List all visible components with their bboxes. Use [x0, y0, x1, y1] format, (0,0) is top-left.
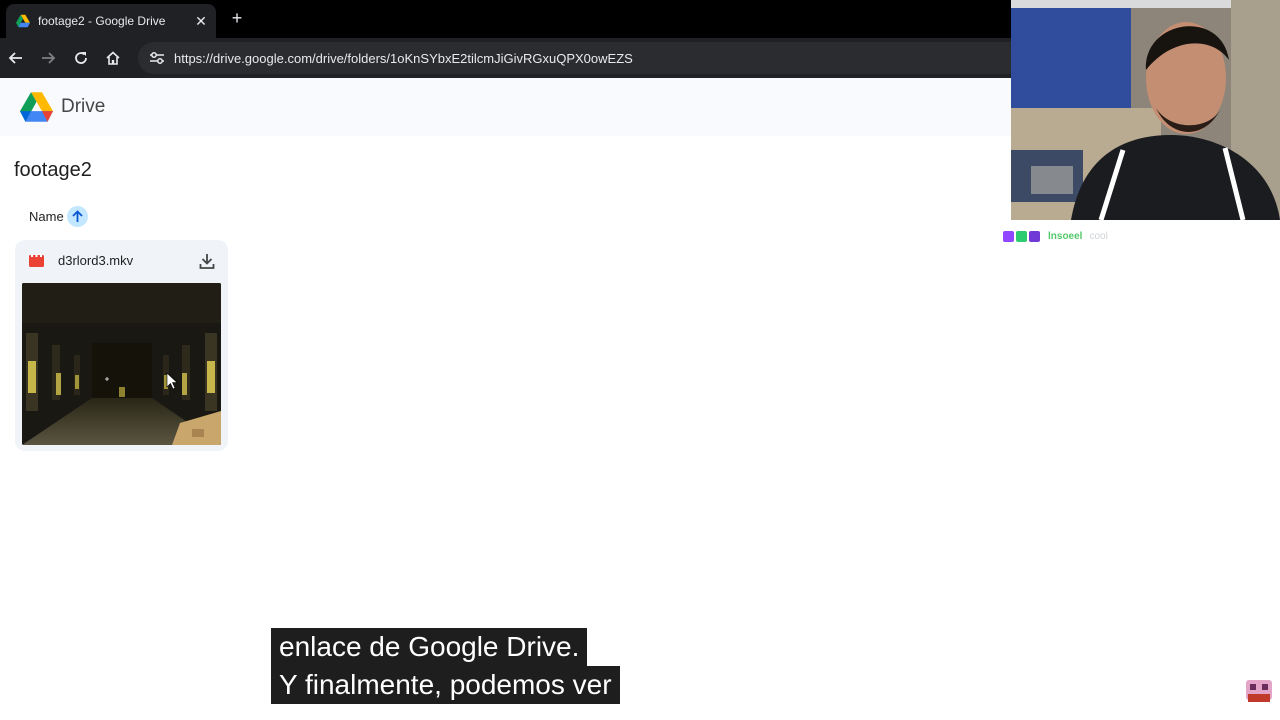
file-name[interactable]: d3rlord3.mkv [58, 253, 133, 268]
google-drive-favicon-icon [16, 14, 30, 28]
sort-direction-button[interactable] [67, 206, 88, 227]
chat-username: lnsoeel [1048, 231, 1083, 242]
mod-badge-icon [1016, 231, 1027, 242]
google-drive-logo-icon[interactable] [20, 92, 53, 127]
back-button[interactable] [4, 46, 28, 70]
forward-button[interactable] [36, 46, 60, 70]
subscribe-watermark-icon [1246, 680, 1272, 702]
browser-tab[interactable]: footage2 - Google Drive ✕ [6, 4, 216, 38]
tab-title: footage2 - Google Drive [38, 14, 166, 28]
twitch-badge-icon [1003, 231, 1014, 242]
address-bar[interactable]: https://drive.google.com/drive/folders/1… [138, 42, 1011, 74]
subtitles: enlace de Google Drive. Y finalmente, po… [271, 628, 620, 704]
webcam-overlay [1011, 0, 1280, 220]
video-file-icon [29, 254, 44, 267]
arrow-up-icon [72, 210, 83, 222]
reload-button[interactable] [69, 46, 93, 70]
stream-chat-message: lnsoeel cool [1003, 231, 1108, 242]
sub-badge-icon [1029, 231, 1040, 242]
home-button[interactable] [101, 46, 125, 70]
reload-icon [75, 52, 87, 64]
drive-app-name[interactable]: Drive [61, 96, 105, 118]
tab-close-icon[interactable]: ✕ [190, 13, 212, 30]
subtitle-line: Y finalmente, podemos ver [271, 666, 620, 704]
arrow-right-icon [42, 52, 56, 64]
browser-toolbar: https://drive.google.com/drive/folders/1… [0, 38, 1011, 78]
home-icon [106, 51, 120, 65]
chat-text: cool [1089, 231, 1108, 242]
subtitle-line: enlace de Google Drive. [271, 628, 588, 666]
folder-title: footage2 [14, 159, 92, 181]
arrow-left-icon [8, 52, 22, 64]
drive-header: Drive [0, 78, 1011, 136]
download-icon[interactable] [197, 251, 217, 271]
video-thumbnail[interactable] [22, 283, 221, 445]
new-tab-button[interactable]: + [228, 8, 246, 28]
url-text[interactable]: https://drive.google.com/drive/folders/1… [174, 51, 633, 66]
sort-column-label[interactable]: Name [29, 209, 64, 224]
file-card[interactable]: d3rlord3.mkv [15, 240, 228, 451]
browser-tab-strip: footage2 - Google Drive ✕ + [0, 0, 1011, 38]
tune-icon[interactable] [142, 51, 172, 65]
